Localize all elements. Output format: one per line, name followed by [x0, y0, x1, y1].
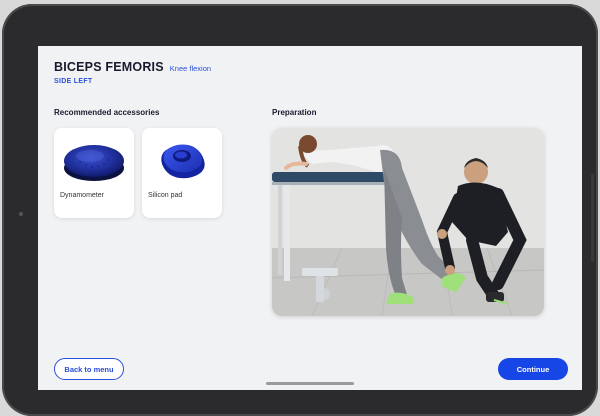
preparation-image [272, 128, 544, 316]
dynamometer-icon [60, 134, 128, 186]
side-label: SIDE LEFT [54, 78, 93, 85]
silicon-pad-icon [148, 134, 216, 186]
accessories-title: Recommended accessories [54, 108, 160, 117]
back-to-menu-button[interactable]: Back to menu [54, 358, 124, 380]
app-screen: BICEPS FEMORIS Knee flexion SIDE LEFT Re… [38, 46, 582, 390]
continue-button[interactable]: Continue [498, 358, 568, 380]
accessory-card-dynamometer[interactable]: Dynamometer [54, 128, 134, 218]
home-indicator[interactable] [266, 382, 354, 385]
accessory-label: Dynamometer [60, 192, 104, 199]
camera-dot [19, 212, 23, 216]
accessory-label: Silicon pad [148, 192, 183, 199]
side-button [591, 174, 594, 262]
movement-label: Knee flexion [169, 64, 212, 73]
accessory-card-silicon-pad[interactable]: Silicon pad [142, 128, 222, 218]
header: BICEPS FEMORIS Knee flexion [54, 60, 211, 74]
preparation-title: Preparation [272, 108, 317, 117]
muscle-title: BICEPS FEMORIS [54, 60, 164, 74]
tablet-frame: BICEPS FEMORIS Knee flexion SIDE LEFT Re… [2, 4, 598, 416]
